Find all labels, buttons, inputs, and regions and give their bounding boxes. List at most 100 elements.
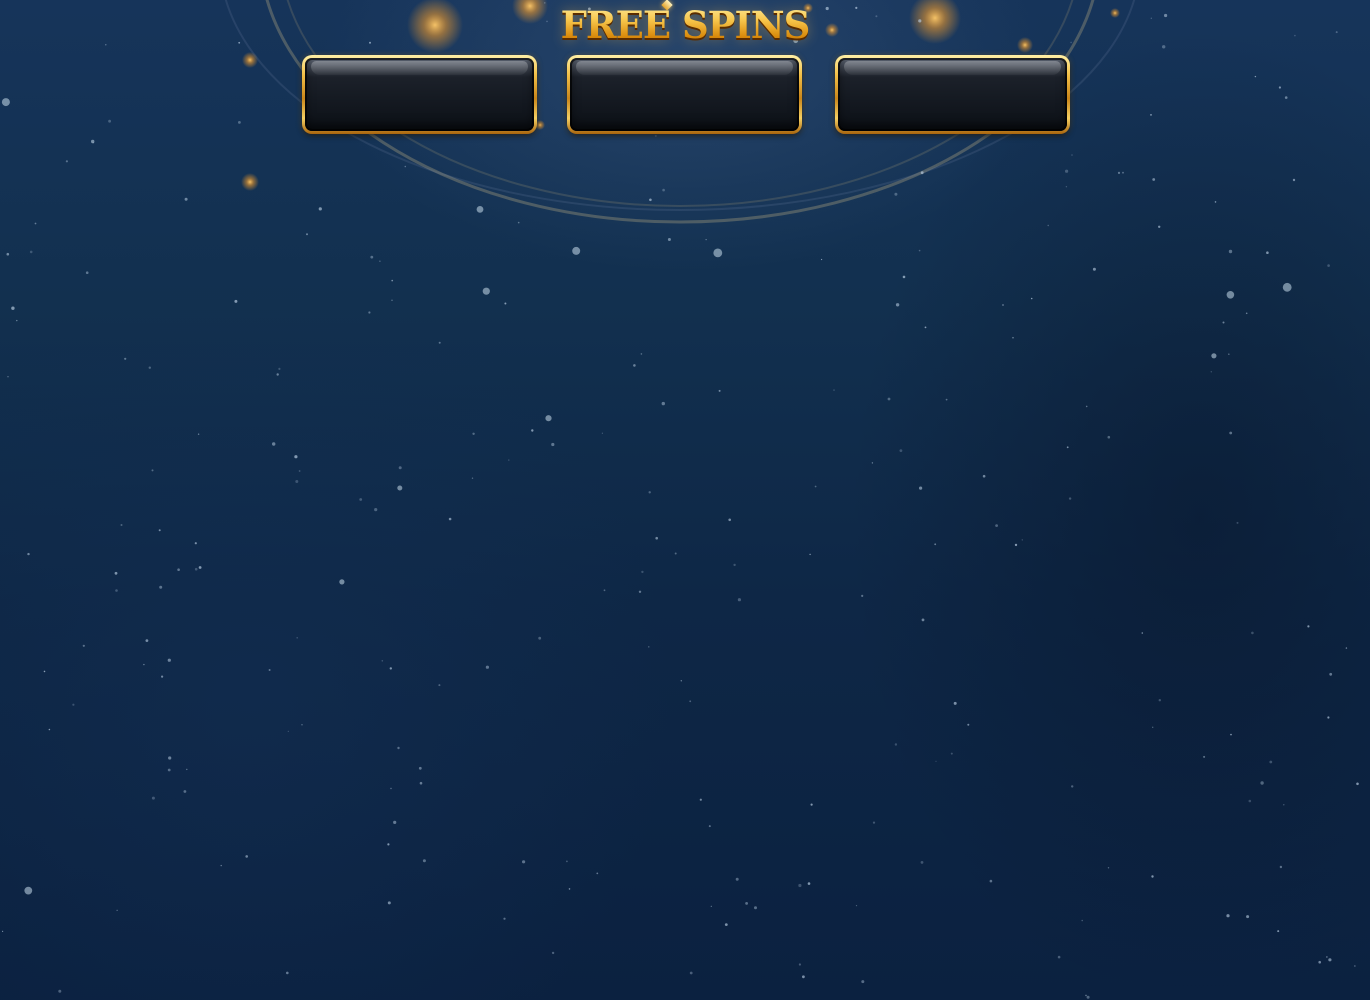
star-particle — [945, 398, 948, 401]
star-particle — [1122, 171, 1124, 174]
star-particle — [1345, 647, 1348, 649]
star-particle — [1107, 435, 1111, 439]
panel-value — [570, 58, 799, 131]
star-particle — [29, 250, 33, 254]
star-particle — [902, 275, 906, 279]
star-particle — [724, 923, 728, 926]
star-particle — [603, 589, 606, 592]
star-particle — [1277, 930, 1280, 933]
star-particle — [872, 821, 876, 824]
star-particle — [517, 221, 520, 224]
star-particle — [1282, 282, 1292, 292]
star-particle — [754, 906, 757, 910]
star-particle — [65, 160, 68, 163]
star-particle — [145, 639, 149, 642]
star-particle — [861, 594, 864, 598]
star-particle — [1158, 225, 1161, 228]
star-particle — [995, 524, 998, 527]
star-particle — [472, 432, 475, 435]
star-particle — [482, 287, 490, 295]
star-particle — [296, 637, 299, 639]
star-particle — [1222, 321, 1225, 324]
star-particle — [810, 803, 813, 806]
star-particle — [238, 41, 241, 44]
star-particle — [648, 491, 651, 494]
game-stage: FREE SPINS — [0, 0, 1370, 1000]
star-particle — [728, 518, 731, 522]
star-particle — [667, 238, 671, 241]
star-particle — [183, 790, 187, 793]
star-particle — [899, 449, 903, 452]
star-particle — [116, 909, 118, 911]
star-particle — [503, 917, 506, 920]
star-particle — [359, 498, 363, 501]
free-spins-counter-panel-right — [835, 55, 1070, 134]
star-particle — [1012, 336, 1014, 339]
star-particle — [699, 798, 702, 801]
star-particle — [374, 508, 378, 512]
star-particle — [370, 255, 374, 259]
star-particle — [398, 466, 402, 470]
star-particle — [1248, 799, 1252, 803]
star-particle — [833, 389, 835, 391]
star-particle — [306, 233, 308, 236]
star-particle — [1, 930, 4, 933]
star-particle — [1229, 431, 1233, 435]
star-particle — [234, 299, 238, 303]
star-particle — [798, 963, 802, 966]
star-particle — [11, 306, 15, 310]
star-particle — [919, 486, 923, 490]
star-particle — [471, 477, 474, 479]
star-particle — [737, 598, 742, 602]
star-particle — [989, 879, 993, 883]
star-particle — [148, 366, 151, 369]
star-particle — [368, 311, 371, 314]
star-particle — [1002, 304, 1004, 306]
star-particle — [1086, 995, 1090, 999]
star-particle — [1318, 960, 1321, 964]
star-particle — [504, 302, 507, 305]
star-particle — [1203, 755, 1206, 758]
free-spins-counter-panel-center — [567, 55, 802, 134]
star-particle — [1329, 672, 1333, 676]
star-particle — [1354, 965, 1356, 967]
star-particle — [1068, 497, 1072, 500]
star-particle — [1230, 733, 1232, 736]
star-particle — [294, 455, 298, 459]
star-particle — [124, 357, 127, 360]
panel-value — [305, 58, 534, 131]
star-particle — [1065, 169, 1069, 173]
star-particle — [379, 260, 381, 263]
star-particle — [120, 524, 123, 526]
star-particle — [1152, 726, 1154, 728]
star-particle — [522, 860, 526, 864]
panel-value — [838, 58, 1067, 131]
star-particle — [418, 766, 422, 770]
star-particle — [1162, 45, 1166, 49]
star-particle — [1164, 13, 1168, 18]
star-particle — [1228, 249, 1233, 254]
star-particle — [115, 589, 118, 592]
star-particle — [1092, 267, 1096, 271]
star-particle — [318, 207, 322, 211]
star-particle — [967, 723, 970, 726]
star-particle — [934, 543, 937, 546]
star-particle — [1260, 781, 1264, 785]
star-particle — [7, 376, 9, 378]
star-particle — [1085, 405, 1088, 408]
star-particle — [438, 341, 441, 344]
star-particle — [381, 660, 384, 662]
star-particle — [807, 882, 811, 885]
star-particle — [268, 669, 271, 671]
star-particle — [295, 480, 299, 483]
star-particle — [1269, 760, 1273, 764]
star-particle — [438, 684, 441, 687]
star-particle — [798, 883, 802, 888]
star-particle — [551, 442, 555, 447]
star-particle — [1307, 625, 1310, 628]
star-particle — [1047, 224, 1049, 227]
star-particle — [894, 192, 898, 196]
star-particle — [1107, 867, 1110, 869]
free-spins-title: FREE SPINS — [485, 2, 885, 48]
star-particle — [34, 222, 37, 225]
